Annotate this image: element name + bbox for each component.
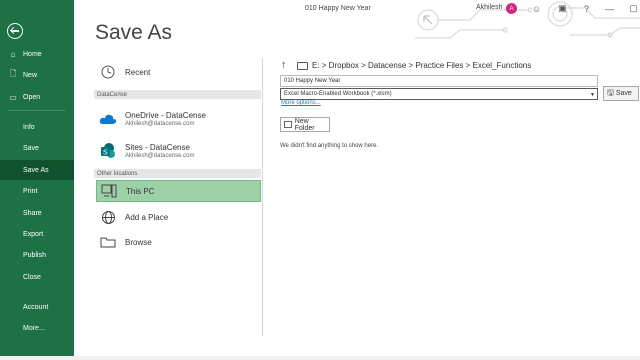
nav-export[interactable]: Export: [0, 224, 74, 244]
save-floppy-icon: 🖫: [607, 87, 614, 97]
back-arrow-icon[interactable]: [7, 23, 23, 39]
document-title: 010 Happy New Year: [305, 5, 371, 12]
nav-more-label: More...: [23, 324, 45, 332]
onedrive-text: OneDrive - DataCense Akhilesh@datacense.…: [125, 111, 206, 127]
smiley-feedback-icon[interactable]: ☺: [531, 3, 542, 14]
minimize-icon[interactable]: —: [604, 3, 615, 14]
nav-home-label: Home: [23, 50, 42, 58]
nav-close-label: Close: [23, 273, 41, 281]
new-folder-icon: [284, 121, 292, 128]
save-button-label: Save: [615, 90, 632, 97]
new-folder-button[interactable]: New Folder: [280, 117, 330, 132]
location-this-pc-label: This PC: [126, 186, 155, 196]
help-icon[interactable]: ?: [581, 3, 592, 14]
filetype-value: Excel Macro-Enabled Workbook (*.xlsm): [284, 91, 392, 97]
location-recent-label: Recent: [125, 67, 151, 77]
location-this-pc[interactable]: This PC: [96, 180, 261, 202]
location-add-place-label: Add a Place: [125, 212, 169, 222]
sharepoint-icon: S: [99, 143, 117, 159]
filename-value: 010 Happy New Year: [284, 78, 341, 84]
location-recent[interactable]: Recent: [96, 61, 261, 83]
taskbar-strip: [0, 356, 640, 360]
sites-name: Sites - DataCense: [125, 143, 190, 152]
nav-export-label: Export: [23, 230, 44, 238]
nav-print[interactable]: Print: [0, 181, 74, 201]
nav-account-label: Account: [23, 303, 49, 311]
up-arrow-icon[interactable]: ↑: [281, 59, 287, 71]
nav-new[interactable]: 🗋 New: [0, 65, 74, 85]
computer-icon: [100, 183, 118, 199]
group-header-datacense: DataCense: [94, 90, 261, 99]
breadcrumb[interactable]: E: > Dropbox > Datacense > Practice File…: [297, 61, 531, 70]
nav-publish-label: Publish: [23, 251, 46, 259]
location-browse[interactable]: Browse: [96, 231, 261, 253]
home-icon: ⌂: [10, 49, 16, 59]
nav-open-label: Open: [23, 93, 41, 101]
svg-text:S: S: [103, 150, 108, 157]
location-browse-label: Browse: [125, 237, 152, 247]
new-folder-label: New Folder: [294, 117, 315, 132]
comment-icon[interactable]: ▣: [557, 3, 568, 14]
nav-save-as-label: Save As: [23, 166, 49, 174]
nav-close[interactable]: Close: [0, 267, 74, 287]
new-document-icon: 🗋: [9, 69, 17, 78]
backstage-nav: ⌂ Home 🗋 New ▭ Open Info Save Save As Pr…: [0, 0, 74, 360]
sites-email: Akhilesh@datacense.com: [125, 153, 195, 159]
save-button[interactable]: 🖫 Save: [603, 86, 639, 101]
filename-input[interactable]: 010 Happy New Year: [280, 75, 598, 87]
location-sites[interactable]: S Sites - DataCense Akhilesh@datacense.c…: [96, 138, 261, 164]
avatar[interactable]: A: [506, 3, 517, 14]
nav-share[interactable]: Share: [0, 203, 74, 223]
onedrive-cloud-icon: [99, 111, 117, 127]
globe-icon: [99, 209, 117, 225]
nav-new-label: New: [23, 71, 38, 79]
nav-share-label: Share: [23, 209, 42, 217]
group-header-other-locations: Other locations: [94, 169, 261, 178]
folder-icon: [99, 234, 117, 250]
nav-info[interactable]: Info: [0, 117, 74, 137]
nav-account[interactable]: Account: [0, 297, 74, 317]
open-folder-icon: ▭: [9, 92, 17, 102]
nav-save-as[interactable]: Save As: [0, 160, 74, 180]
nav-publish[interactable]: Publish: [0, 245, 74, 265]
empty-folder-message: We didn't find anything to show here.: [280, 143, 379, 149]
sites-text: Sites - DataCense Akhilesh@datacense.com: [125, 143, 194, 159]
onedrive-email: Akhilesh@datacense.com: [125, 121, 195, 127]
location-add-place[interactable]: Add a Place: [96, 206, 261, 228]
pane-divider: [262, 58, 263, 336]
user-name[interactable]: Akhilesh: [476, 4, 502, 11]
nav-save[interactable]: Save: [0, 138, 74, 158]
onedrive-name: OneDrive - DataCense: [125, 111, 206, 120]
dropdown-arrow-icon: ▼: [590, 92, 595, 98]
nav-save-label: Save: [23, 144, 39, 152]
more-options-link[interactable]: More options...: [281, 100, 321, 106]
nav-home[interactable]: ⌂ Home: [0, 44, 74, 64]
filetype-select[interactable]: Excel Macro-Enabled Workbook (*.xlsm) ▼: [280, 88, 598, 100]
nav-divider: [8, 110, 66, 111]
nav-info-label: Info: [23, 123, 35, 131]
nav-open[interactable]: ▭ Open: [0, 87, 74, 107]
clock-icon: [99, 64, 117, 80]
location-onedrive[interactable]: OneDrive - DataCense Akhilesh@datacense.…: [96, 106, 261, 132]
page-title: Save As: [95, 21, 173, 44]
folder-icon: [297, 61, 308, 70]
nav-print-label: Print: [23, 187, 38, 195]
nav-more[interactable]: More...: [0, 318, 74, 338]
restore-icon[interactable]: ▢: [628, 3, 639, 14]
breadcrumb-path: E: > Dropbox > Datacense > Practice File…: [312, 61, 532, 70]
